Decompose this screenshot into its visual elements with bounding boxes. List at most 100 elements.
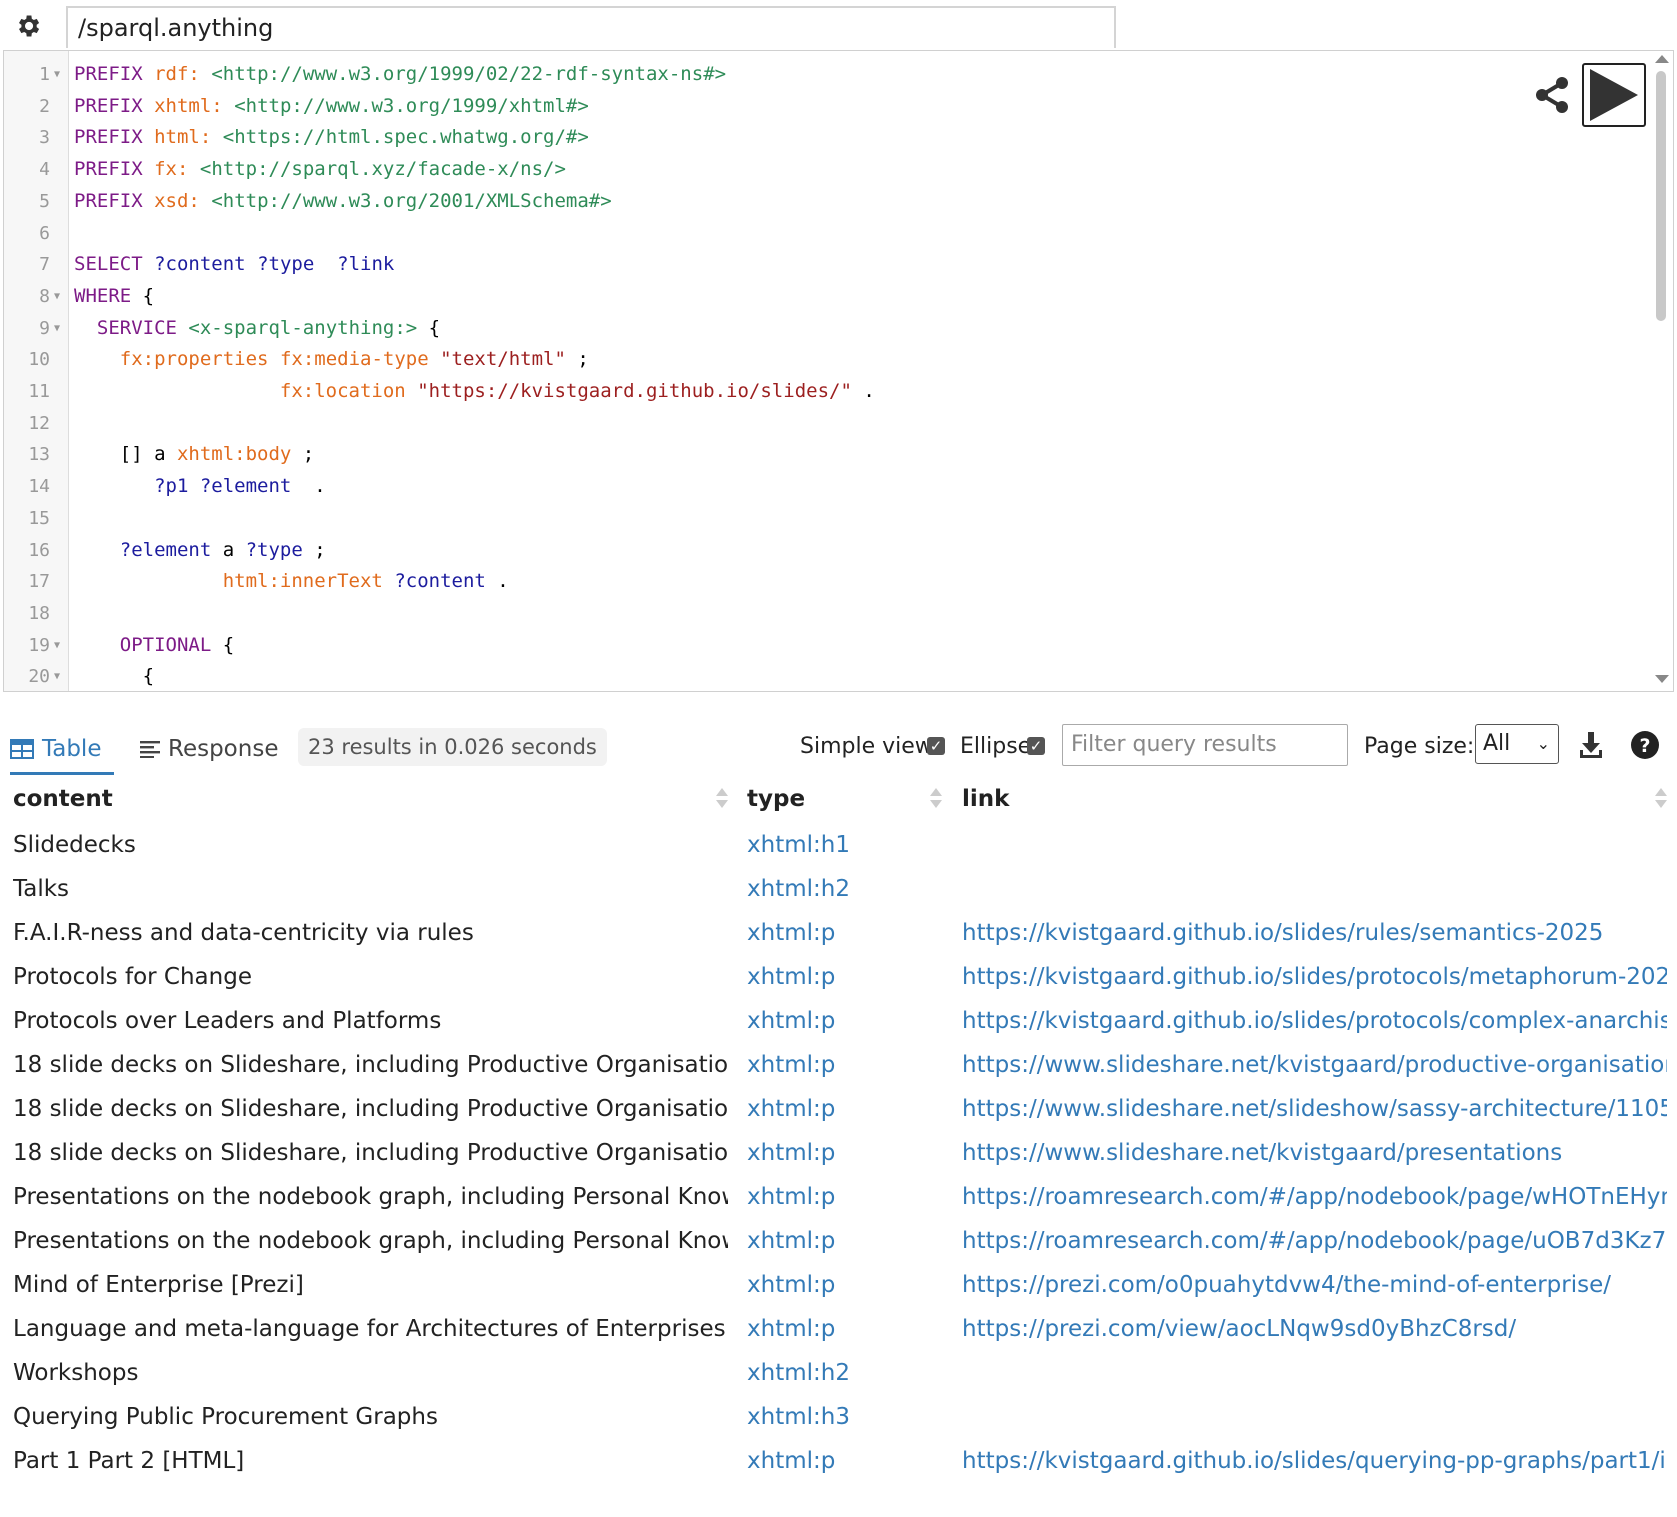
code-token: html:innerText — [222, 570, 383, 593]
column-header-link[interactable]: link — [962, 776, 1009, 822]
page-size-select[interactable]: All ⌄ — [1475, 724, 1559, 764]
cell-link[interactable]: https://www.slideshare.net/kvistgaard/pr… — [962, 1042, 1667, 1089]
code-line[interactable]: 16 ?element a ?type ; — [4, 535, 1604, 566]
cell-link[interactable]: https://prezi.com/o0puahytdvw4/the-mind-… — [962, 1262, 1667, 1309]
code-line[interactable]: 8 ▼ WHERE { — [4, 281, 1604, 312]
code-line[interactable]: 20 ▼ { — [4, 661, 1604, 691]
table-row: Protocols over Leaders and Platforms xhtm… — [0, 998, 1677, 1045]
scroll-up-arrow[interactable] — [1655, 55, 1669, 63]
cell-type[interactable]: xhtml:p — [747, 1218, 947, 1265]
fold-arrow-icon[interactable]: ▼ — [54, 59, 60, 90]
code-token: xsd: — [154, 189, 200, 212]
cell-link[interactable]: https://www.slideshare.net/kvistgaard/pr… — [962, 1130, 1667, 1177]
code-line[interactable]: 11 fx:location "https://kvistgaard.githu… — [4, 376, 1604, 407]
cell-type[interactable]: xhtml:h3 — [747, 1394, 947, 1441]
table-icon — [10, 739, 34, 759]
tab-response[interactable]: Response — [140, 726, 278, 772]
cell-type[interactable]: xhtml:h2 — [747, 1350, 947, 1397]
code-line[interactable]: 19 ▼ OPTIONAL { — [4, 630, 1604, 661]
column-header-content[interactable]: content — [13, 776, 113, 822]
editor-scrollbar[interactable] — [1652, 51, 1672, 691]
cell-link[interactable]: https://roamresearch.com/#/app/nodebook/… — [962, 1174, 1667, 1221]
cell-type[interactable]: xhtml:p — [747, 998, 947, 1045]
code-token: { — [131, 284, 155, 307]
gear-icon[interactable] — [14, 12, 42, 40]
fold-arrow-icon[interactable]: ▼ — [54, 630, 60, 661]
cell-link[interactable]: https://kvistgaard.github.io/slides/rule… — [962, 910, 1667, 957]
sort-icon[interactable] — [716, 788, 728, 810]
code-line[interactable]: 6 — [4, 218, 1604, 249]
cell-type[interactable]: xhtml:h1 — [747, 822, 947, 869]
sort-icon[interactable] — [1655, 788, 1667, 810]
code-line[interactable]: 10 fx:properties fx:media-type "text/htm… — [4, 344, 1604, 375]
cell-type[interactable]: xhtml:p — [747, 1042, 947, 1089]
code-text: [] a xhtml:body ; — [74, 439, 314, 470]
code-line[interactable]: 9 ▼ SERVICE <x-sparql-anything:> { — [4, 313, 1604, 344]
share-icon[interactable] — [1532, 75, 1572, 115]
cell-link[interactable]: https://www.slideshare.net/slideshow/sas… — [962, 1086, 1667, 1133]
code-token: <http://sparql.xyz/facade-x/ns/> — [199, 158, 566, 181]
scroll-thumb[interactable] — [1656, 71, 1666, 321]
cell-type[interactable]: xhtml:p — [747, 1086, 947, 1133]
code-token: ?element — [119, 538, 212, 561]
results-toolbar: Table Response 23 results in 0.026 secon… — [0, 720, 1677, 776]
cell-type[interactable]: xhtml:p — [747, 1262, 947, 1309]
code-token: PREFIX — [74, 158, 143, 181]
cell-link[interactable]: https://prezi.com/view/aocLNqw9sd0yBhzC8… — [962, 1306, 1667, 1353]
code-line[interactable]: 5 PREFIX xsd: <http://www.w3.org/2001/XML… — [4, 186, 1604, 217]
code-line[interactable]: 3 PREFIX html: <https://html.spec.whatwg.… — [4, 122, 1604, 153]
cell-type[interactable]: xhtml:h2 — [747, 866, 947, 913]
fold-arrow-icon[interactable]: ▼ — [54, 313, 60, 344]
simple-view-checkbox[interactable]: ✓ — [927, 737, 945, 755]
ellipse-checkbox[interactable]: ✓ — [1027, 737, 1045, 755]
sort-icon[interactable] — [930, 788, 942, 810]
page-size-label: Page size: — [1364, 734, 1475, 759]
scroll-down-arrow[interactable] — [1655, 675, 1669, 683]
code-line[interactable]: 15 — [4, 503, 1604, 534]
cell-type[interactable]: xhtml:p — [747, 1130, 947, 1177]
query-editor[interactable]: 1 ▼ PREFIX rdf: <http://www.w3.org/1999/02… — [3, 50, 1674, 692]
code-line[interactable]: 13 [] a xhtml:body ; — [4, 439, 1604, 470]
download-icon[interactable] — [1578, 730, 1604, 760]
code-line[interactable]: 4 PREFIX fx: <http://sparql.xyz/facade-x/… — [4, 154, 1604, 185]
code-text: fx:location "https://kvistgaard.github.i… — [74, 376, 875, 407]
cell-type[interactable]: xhtml:p — [747, 1438, 947, 1485]
code-line[interactable]: 1 ▼ PREFIX rdf: <http://www.w3.org/1999/02… — [4, 59, 1604, 90]
help-icon[interactable]: ? — [1630, 730, 1660, 760]
fold-arrow-icon[interactable]: ▼ — [54, 281, 60, 312]
code-line[interactable]: 2 PREFIX xhtml: <http://www.w3.org/1999/x… — [4, 91, 1604, 122]
run-query-button[interactable] — [1582, 63, 1646, 127]
code-line[interactable]: 18 — [4, 598, 1604, 629]
filter-input[interactable]: Filter query results — [1062, 724, 1348, 766]
code-token: . — [291, 475, 326, 498]
cell-link[interactable]: https://kvistgaard.github.io/slides/prot… — [962, 954, 1667, 1001]
code-line[interactable]: 12 — [4, 408, 1604, 439]
column-header-type[interactable]: type — [747, 776, 805, 822]
cell-content: Protocols for Change — [13, 964, 252, 990]
cell-link[interactable]: https://roamresearch.com/#/app/nodebook/… — [962, 1218, 1667, 1265]
cell-type[interactable]: xhtml:p — [747, 910, 947, 957]
cell-type[interactable]: xhtml:p — [747, 1174, 947, 1221]
cell-link[interactable]: https://kvistgaard.github.io/slides/prot… — [962, 998, 1667, 1045]
code-line[interactable]: 7 SELECT ?content ?type ?link — [4, 249, 1604, 280]
cell-link[interactable]: https://kvistgaard.github.io/slides/quer… — [962, 1438, 1667, 1485]
table-row: 18 slide decks on Slideshare, including … — [0, 1042, 1677, 1089]
code-text: ?p1 ?element . — [74, 471, 326, 502]
cell-type[interactable]: xhtml:p — [747, 954, 947, 1001]
code-line[interactable]: 14 ?p1 ?element . — [4, 471, 1604, 502]
endpoint-input[interactable]: /sparql.anything — [66, 6, 1116, 48]
fold-arrow-icon[interactable]: ▼ — [54, 661, 60, 691]
tab-table[interactable]: Table — [10, 726, 114, 775]
line-number: 7 — [39, 254, 50, 276]
code-line[interactable]: 17 html:innerText ?content . — [4, 566, 1604, 597]
play-icon — [1590, 69, 1638, 121]
cell-type[interactable]: xhtml:p — [747, 1306, 947, 1353]
table-row: Slidedecks xhtml:h1 — [0, 822, 1677, 869]
table-row: Mind of Enterprise [Prezi] xhtml:p https:/… — [0, 1262, 1677, 1309]
